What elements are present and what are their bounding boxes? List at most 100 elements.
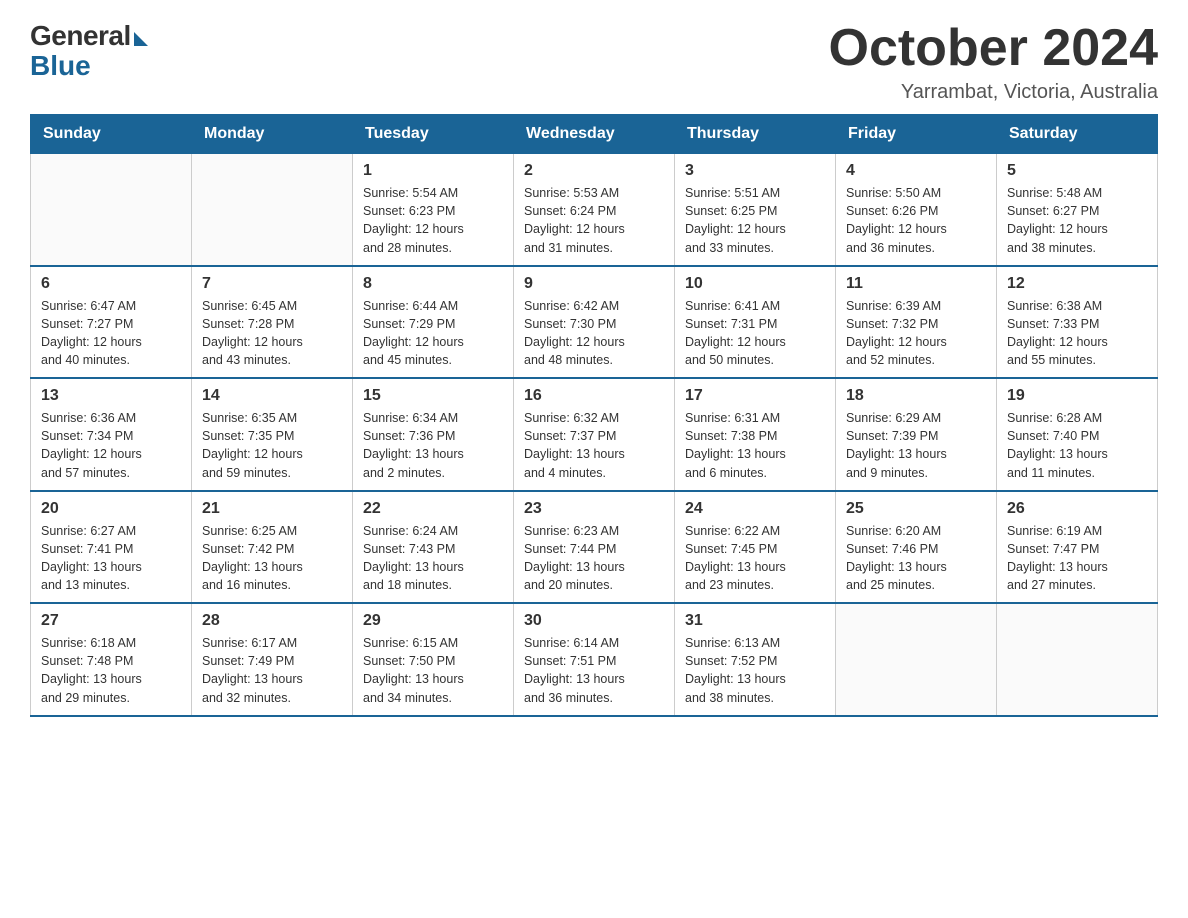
day-info: Sunrise: 6:20 AM Sunset: 7:46 PM Dayligh… xyxy=(846,522,986,595)
calendar-cell: 11 Sunrise: 6:39 AM Sunset: 7:32 PM Dayli… xyxy=(836,266,997,379)
calendar-cell xyxy=(31,154,192,266)
day-info: Sunrise: 6:41 AM Sunset: 7:31 PM Dayligh… xyxy=(685,297,825,370)
day-number: 29 xyxy=(363,612,503,630)
day-info: Sunrise: 5:48 AM Sunset: 6:27 PM Dayligh… xyxy=(1007,184,1147,257)
day-number: 9 xyxy=(524,275,664,293)
calendar-cell: 6 Sunrise: 6:47 AM Sunset: 7:27 PM Daylig… xyxy=(31,266,192,379)
day-number: 18 xyxy=(846,387,986,405)
day-number: 12 xyxy=(1007,275,1147,293)
day-number: 10 xyxy=(685,275,825,293)
day-number: 6 xyxy=(41,275,181,293)
day-info: Sunrise: 6:29 AM Sunset: 7:39 PM Dayligh… xyxy=(846,409,986,482)
day-info: Sunrise: 6:47 AM Sunset: 7:27 PM Dayligh… xyxy=(41,297,181,370)
day-number: 19 xyxy=(1007,387,1147,405)
day-number: 30 xyxy=(524,612,664,630)
day-info: Sunrise: 6:25 AM Sunset: 7:42 PM Dayligh… xyxy=(202,522,342,595)
header-cell-friday: Friday xyxy=(836,115,997,154)
day-number: 11 xyxy=(846,275,986,293)
day-info: Sunrise: 5:54 AM Sunset: 6:23 PM Dayligh… xyxy=(363,184,503,257)
calendar-cell: 29 Sunrise: 6:15 AM Sunset: 7:50 PM Dayli… xyxy=(353,603,514,716)
calendar-cell: 7 Sunrise: 6:45 AM Sunset: 7:28 PM Daylig… xyxy=(192,266,353,379)
calendar-cell: 27Sunrise: 6:18 AM Sunset: 7:48 PM Dayli… xyxy=(31,603,192,716)
calendar-cell: 13Sunrise: 6:36 AM Sunset: 7:34 PM Dayli… xyxy=(31,378,192,491)
calendar-table: SundayMondayTuesdayWednesdayThursdayFrid… xyxy=(30,114,1158,717)
day-info: Sunrise: 5:51 AM Sunset: 6:25 PM Dayligh… xyxy=(685,184,825,257)
calendar-cell: 31 Sunrise: 6:13 AM Sunset: 7:52 PM Dayli… xyxy=(675,603,836,716)
day-info: Sunrise: 6:17 AM Sunset: 7:49 PM Dayligh… xyxy=(202,634,342,707)
day-info: Sunrise: 6:19 AM Sunset: 7:47 PM Dayligh… xyxy=(1007,522,1147,595)
day-number: 20 xyxy=(41,500,181,518)
calendar-cell: 16 Sunrise: 6:32 AM Sunset: 7:37 PM Dayli… xyxy=(514,378,675,491)
page-header: General Blue October 2024 Yarrambat, Vic… xyxy=(30,20,1158,104)
calendar-cell: 18 Sunrise: 6:29 AM Sunset: 7:39 PM Dayli… xyxy=(836,378,997,491)
logo-general-text: General xyxy=(30,20,131,52)
day-info: Sunrise: 6:23 AM Sunset: 7:44 PM Dayligh… xyxy=(524,522,664,595)
header-cell-sunday: Sunday xyxy=(31,115,192,154)
calendar-cell: 22Sunrise: 6:24 AM Sunset: 7:43 PM Dayli… xyxy=(353,491,514,604)
day-info: Sunrise: 6:13 AM Sunset: 7:52 PM Dayligh… xyxy=(685,634,825,707)
day-info: Sunrise: 6:27 AM Sunset: 7:41 PM Dayligh… xyxy=(41,522,181,595)
calendar-cell: 5Sunrise: 5:48 AM Sunset: 6:27 PM Daylig… xyxy=(997,154,1158,266)
day-number: 2 xyxy=(524,162,664,180)
header-cell-thursday: Thursday xyxy=(675,115,836,154)
calendar-week-row: 13Sunrise: 6:36 AM Sunset: 7:34 PM Dayli… xyxy=(31,378,1158,491)
day-number: 16 xyxy=(524,387,664,405)
day-number: 17 xyxy=(685,387,825,405)
day-number: 23 xyxy=(524,500,664,518)
day-info: Sunrise: 6:32 AM Sunset: 7:37 PM Dayligh… xyxy=(524,409,664,482)
calendar-cell: 21 Sunrise: 6:25 AM Sunset: 7:42 PM Dayli… xyxy=(192,491,353,604)
day-info: Sunrise: 6:35 AM Sunset: 7:35 PM Dayligh… xyxy=(202,409,342,482)
calendar-cell xyxy=(192,154,353,266)
calendar-cell: 1Sunrise: 5:54 AM Sunset: 6:23 PM Daylig… xyxy=(353,154,514,266)
day-info: Sunrise: 6:14 AM Sunset: 7:51 PM Dayligh… xyxy=(524,634,664,707)
calendar-week-row: 20 Sunrise: 6:27 AM Sunset: 7:41 PM Dayli… xyxy=(31,491,1158,604)
day-number: 8 xyxy=(363,275,503,293)
day-number: 31 xyxy=(685,612,825,630)
logo: General Blue xyxy=(30,20,148,82)
day-info: Sunrise: 6:22 AM Sunset: 7:45 PM Dayligh… xyxy=(685,522,825,595)
day-number: 28 xyxy=(202,612,342,630)
calendar-cell: 2 Sunrise: 5:53 AM Sunset: 6:24 PM Daylig… xyxy=(514,154,675,266)
day-info: Sunrise: 6:31 AM Sunset: 7:38 PM Dayligh… xyxy=(685,409,825,482)
calendar-cell: 24 Sunrise: 6:22 AM Sunset: 7:45 PM Dayli… xyxy=(675,491,836,604)
calendar-week-row: 1Sunrise: 5:54 AM Sunset: 6:23 PM Daylig… xyxy=(31,154,1158,266)
calendar-cell: 4Sunrise: 5:50 AM Sunset: 6:26 PM Daylig… xyxy=(836,154,997,266)
calendar-cell xyxy=(836,603,997,716)
day-info: Sunrise: 6:42 AM Sunset: 7:30 PM Dayligh… xyxy=(524,297,664,370)
calendar-cell: 28 Sunrise: 6:17 AM Sunset: 7:49 PM Dayli… xyxy=(192,603,353,716)
logo-blue-text: Blue xyxy=(30,50,91,82)
calendar-cell: 25 Sunrise: 6:20 AM Sunset: 7:46 PM Dayli… xyxy=(836,491,997,604)
header-cell-saturday: Saturday xyxy=(997,115,1158,154)
day-number: 26 xyxy=(1007,500,1147,518)
day-number: 24 xyxy=(685,500,825,518)
day-info: Sunrise: 6:24 AM Sunset: 7:43 PM Dayligh… xyxy=(363,522,503,595)
calendar-cell: 9 Sunrise: 6:42 AM Sunset: 7:30 PM Daylig… xyxy=(514,266,675,379)
day-info: Sunrise: 5:53 AM Sunset: 6:24 PM Dayligh… xyxy=(524,184,664,257)
day-info: Sunrise: 6:38 AM Sunset: 7:33 PM Dayligh… xyxy=(1007,297,1147,370)
calendar-cell: 19 Sunrise: 6:28 AM Sunset: 7:40 PM Dayli… xyxy=(997,378,1158,491)
header-cell-wednesday: Wednesday xyxy=(514,115,675,154)
day-number: 27 xyxy=(41,612,181,630)
calendar-cell: 30 Sunrise: 6:14 AM Sunset: 7:51 PM Dayli… xyxy=(514,603,675,716)
calendar-cell: 10 Sunrise: 6:41 AM Sunset: 7:31 PM Dayli… xyxy=(675,266,836,379)
calendar-week-row: 6 Sunrise: 6:47 AM Sunset: 7:27 PM Daylig… xyxy=(31,266,1158,379)
month-year-title: October 2024 xyxy=(829,20,1159,77)
day-number: 21 xyxy=(202,500,342,518)
day-number: 7 xyxy=(202,275,342,293)
day-number: 15 xyxy=(363,387,503,405)
day-number: 25 xyxy=(846,500,986,518)
day-info: Sunrise: 6:45 AM Sunset: 7:28 PM Dayligh… xyxy=(202,297,342,370)
calendar-cell: 14 Sunrise: 6:35 AM Sunset: 7:35 PM Dayli… xyxy=(192,378,353,491)
calendar-cell: 15 Sunrise: 6:34 AM Sunset: 7:36 PM Dayli… xyxy=(353,378,514,491)
calendar-cell: 20 Sunrise: 6:27 AM Sunset: 7:41 PM Dayli… xyxy=(31,491,192,604)
calendar-cell xyxy=(997,603,1158,716)
logo-arrow-icon xyxy=(134,32,148,46)
day-number: 14 xyxy=(202,387,342,405)
day-info: Sunrise: 6:34 AM Sunset: 7:36 PM Dayligh… xyxy=(363,409,503,482)
header-cell-tuesday: Tuesday xyxy=(353,115,514,154)
day-info: Sunrise: 6:39 AM Sunset: 7:32 PM Dayligh… xyxy=(846,297,986,370)
day-info: Sunrise: 6:15 AM Sunset: 7:50 PM Dayligh… xyxy=(363,634,503,707)
day-info: Sunrise: 6:36 AM Sunset: 7:34 PM Dayligh… xyxy=(41,409,181,482)
calendar-cell: 23 Sunrise: 6:23 AM Sunset: 7:44 PM Dayli… xyxy=(514,491,675,604)
day-info: Sunrise: 6:28 AM Sunset: 7:40 PM Dayligh… xyxy=(1007,409,1147,482)
